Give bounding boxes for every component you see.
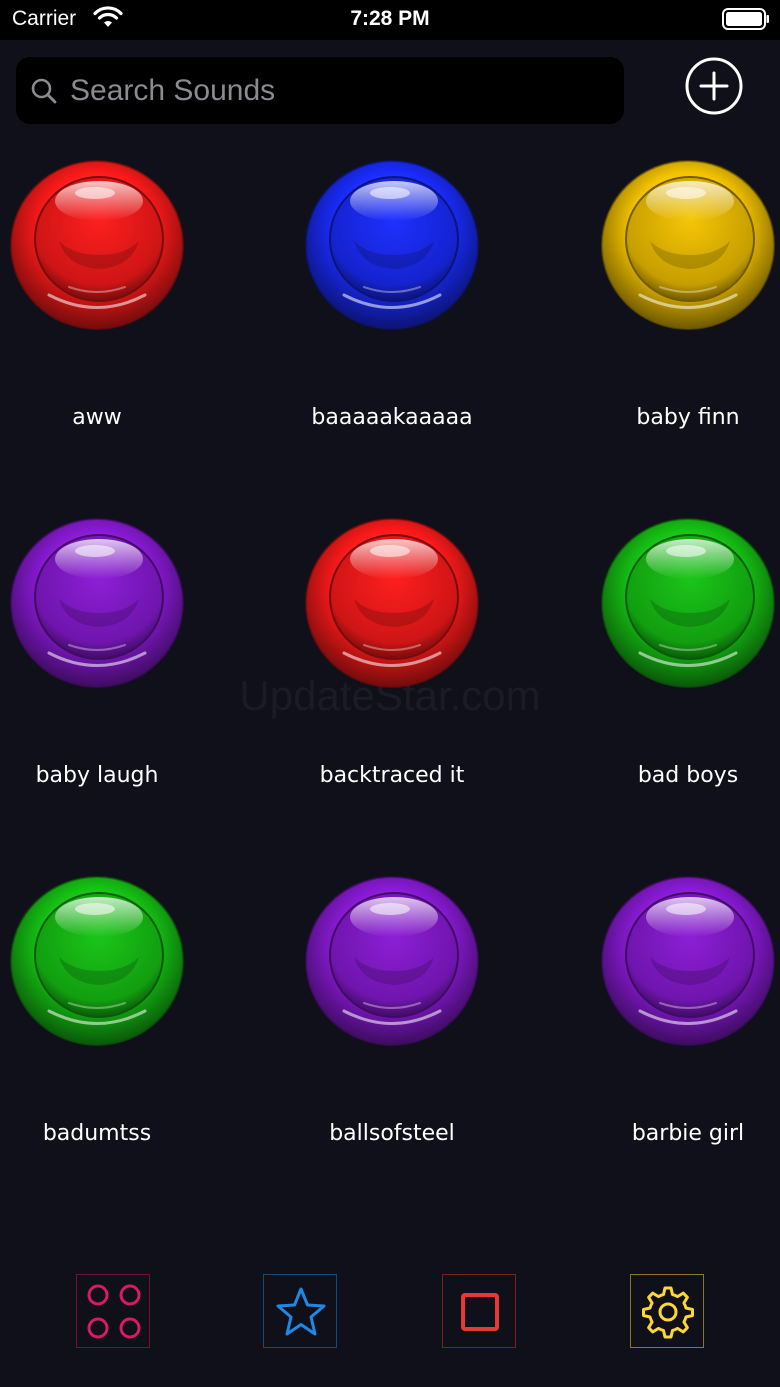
tab-sounds[interactable]: [76, 1274, 150, 1348]
sound-cell[interactable]: ballsofsteel: [297, 866, 557, 1224]
sound-label: barbie girl: [631, 1121, 745, 1146]
sound-button-icon: [305, 518, 479, 688]
sound-label: badumtss: [42, 1121, 152, 1146]
tab-favorites[interactable]: [263, 1274, 337, 1348]
sound-button-icon: [10, 518, 184, 688]
sound-button-icon: [10, 160, 184, 330]
sound-label: baby finn: [636, 405, 740, 430]
stop-icon: [461, 1293, 499, 1331]
sound-button-icon: [601, 518, 775, 688]
add-sound-button[interactable]: [684, 56, 744, 116]
tab-stop[interactable]: [442, 1274, 516, 1348]
sound-cell[interactable]: barbie girl: [593, 866, 780, 1224]
battery-icon: [722, 8, 769, 30]
gear-icon: [642, 1286, 694, 1339]
sound-cell[interactable]: badumtss: [2, 866, 262, 1224]
sound-button-icon: [601, 876, 775, 1046]
search-icon: [31, 78, 57, 104]
sound-button-icon: [305, 876, 479, 1046]
sound-cell[interactable]: baaaaakaaaaa: [297, 150, 557, 508]
sound-cell[interactable]: baby finn: [593, 150, 780, 508]
plus-circle-icon: [685, 57, 743, 115]
sound-label: baby laugh: [35, 763, 159, 788]
sound-button-icon: [305, 160, 479, 330]
search-input[interactable]: [70, 57, 610, 124]
sound-label: backtraced it: [319, 763, 465, 788]
search-bar[interactable]: [16, 57, 624, 124]
sound-cell[interactable]: backtraced it: [297, 508, 557, 866]
clock-time: 7:28 PM: [350, 7, 430, 30]
sound-cell[interactable]: bad boys: [593, 508, 780, 866]
tab-bar: [0, 1262, 780, 1362]
grid-icon: [87, 1284, 141, 1339]
tab-settings[interactable]: [630, 1274, 704, 1348]
sound-label: baaaaakaaaaa: [311, 405, 473, 430]
sound-cell[interactable]: baby laugh: [2, 508, 262, 866]
sound-cell[interactable]: aww: [2, 150, 262, 508]
star-icon: [276, 1287, 326, 1336]
sound-button-icon: [10, 876, 184, 1046]
status-bar: Carrier 7:28 PM: [0, 0, 780, 40]
sound-label: aww: [72, 405, 122, 430]
sound-button-icon: [601, 160, 775, 330]
sound-label: bad boys: [637, 763, 739, 788]
sound-label: ballsofsteel: [329, 1121, 455, 1146]
